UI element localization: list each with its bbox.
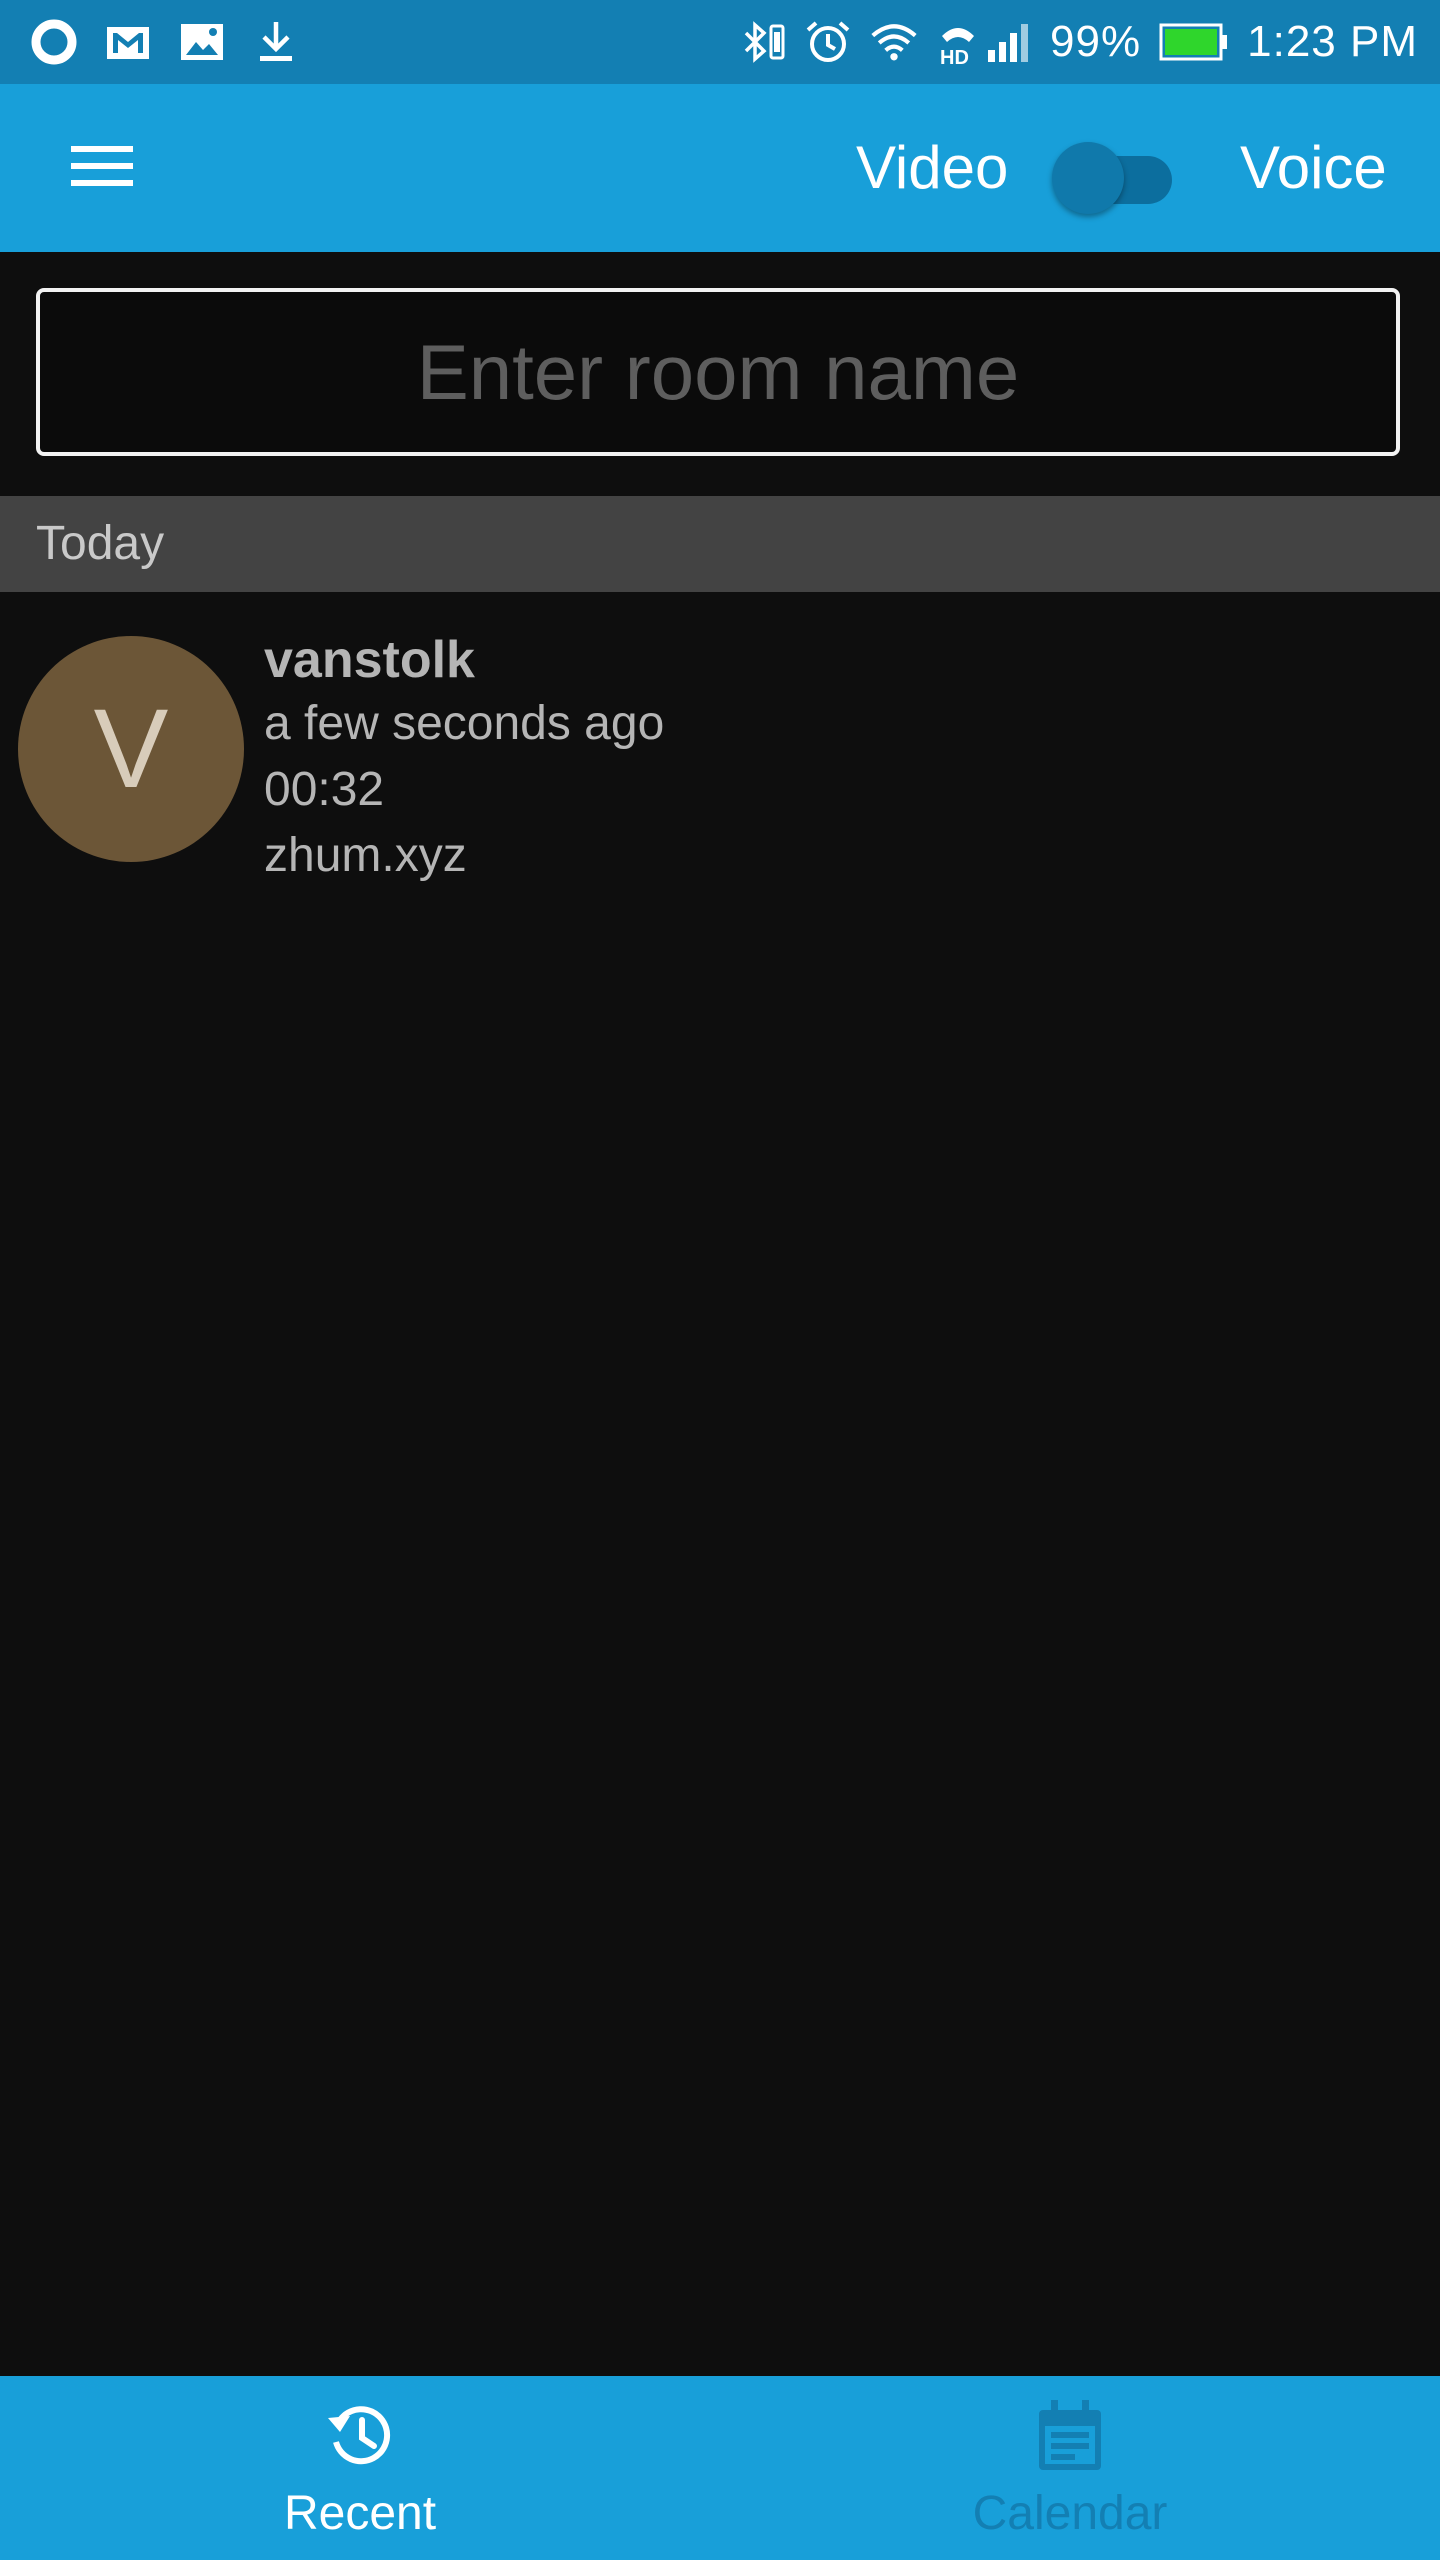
avatar-letter: V <box>93 686 169 811</box>
avatar: V <box>18 636 244 862</box>
status-bar-notifications <box>30 16 300 68</box>
gmail-icon <box>104 18 152 66</box>
menu-icon <box>71 144 133 193</box>
download-icon <box>252 18 300 66</box>
cell-signal-icon: HD <box>936 18 1032 66</box>
room-name-input[interactable] <box>36 288 1400 456</box>
tab-calendar[interactable]: Calendar <box>710 2376 1430 2560</box>
calendar-icon <box>1030 2396 1110 2476</box>
wifi-icon <box>870 18 918 66</box>
section-header-label: Today <box>36 517 165 570</box>
image-icon <box>178 18 226 66</box>
meeting-duration: 00:32 <box>264 763 385 816</box>
recent-meeting-item[interactable]: V vanstolk a few seconds ago 00:32 zhum.… <box>0 620 1440 894</box>
menu-button[interactable] <box>50 128 154 208</box>
section-header-today: Today <box>0 496 1440 592</box>
svg-text:HD: HD <box>940 47 969 66</box>
video-mode-label[interactable]: Video <box>856 132 1008 204</box>
bottom-navigation: Recent Calendar <box>0 2376 1440 2560</box>
meeting-room-name: vanstolk <box>264 631 475 689</box>
tab-recent[interactable]: Recent <box>0 2376 720 2560</box>
bluetooth-icon <box>738 18 786 66</box>
status-bar: HD 99% 1:23 PM <box>0 0 1440 84</box>
app-bar: Video Voice <box>0 84 1440 252</box>
battery-icon <box>1159 18 1229 66</box>
tab-calendar-label: Calendar <box>972 2487 1168 2540</box>
status-bar-system: HD 99% 1:23 PM <box>738 12 1418 72</box>
clock: 1:23 PM <box>1247 17 1418 66</box>
toggle-thumb <box>1052 142 1124 214</box>
alarm-icon <box>804 18 852 66</box>
voice-mode-label[interactable]: Voice <box>1240 132 1387 204</box>
video-voice-toggle[interactable] <box>1052 136 1176 214</box>
notification-ring-icon <box>30 18 78 66</box>
tab-recent-label: Recent <box>283 2487 437 2540</box>
meeting-server-domain: zhum.xyz <box>264 829 467 882</box>
app-screen: HD 99% 1:23 PM Video Voice Today V <box>0 0 1440 2560</box>
meeting-time: a few seconds ago <box>264 697 665 750</box>
history-icon <box>320 2396 400 2476</box>
battery-percent: 99% <box>1050 17 1142 66</box>
